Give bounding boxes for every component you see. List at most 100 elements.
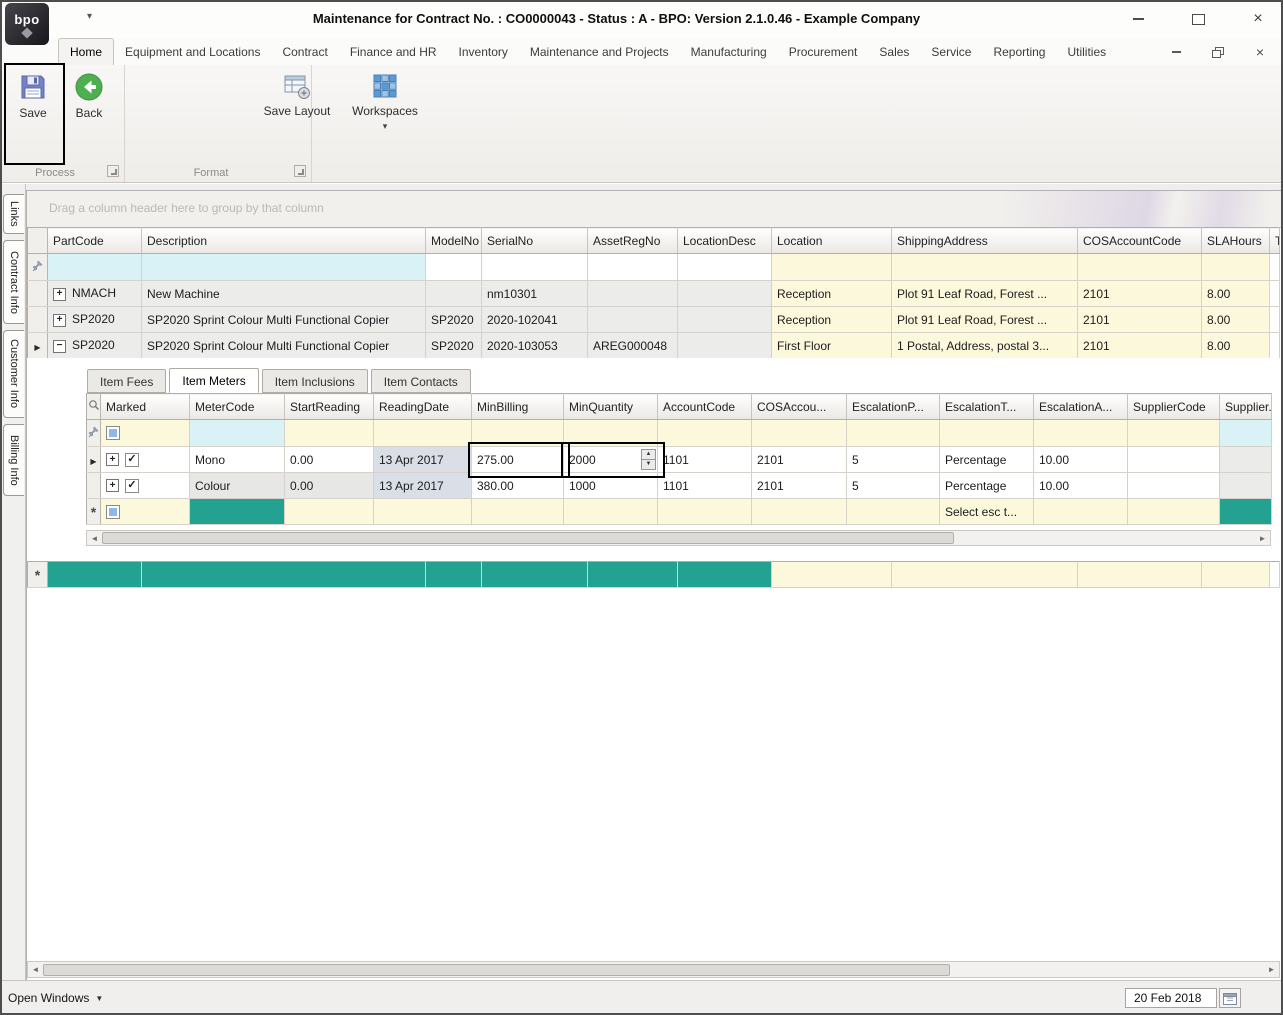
new-cell-startreading[interactable]: [284, 498, 374, 525]
new-cell-readingdate[interactable]: [373, 498, 472, 525]
workspaces-button[interactable]: Workspaces ▾: [341, 72, 429, 132]
filter-row-pin-icon[interactable]: [86, 419, 101, 447]
cell-truncated[interactable]: [1269, 280, 1280, 307]
new-marked-checkbox[interactable]: [106, 504, 120, 519]
filter-cell-locationdesc[interactable]: [677, 253, 772, 281]
sidebar-tab-billing-info[interactable]: Billing Info: [3, 424, 24, 496]
filter-cell-assetregno[interactable]: [587, 253, 678, 281]
cell-readingdate[interactable]: 13 Apr 2017: [373, 472, 472, 499]
new-cell-metercode[interactable]: [189, 498, 285, 525]
filter-cell-cosaccount[interactable]: [751, 419, 847, 447]
cell-description[interactable]: SP2020 Sprint Colour Multi Functional Co…: [141, 332, 426, 359]
col-header-locationdesc[interactable]: LocationDesc: [677, 227, 772, 254]
scroll-right-icon[interactable]: ►: [1264, 965, 1279, 974]
cell-truncated[interactable]: [1269, 306, 1280, 333]
col-header-supplier[interactable]: Supplier...: [1219, 393, 1272, 420]
group-by-panel[interactable]: Drag a column header here to group by th…: [27, 191, 1281, 228]
cell-minquantity[interactable]: 1000: [563, 472, 658, 499]
cell-locationdesc[interactable]: [677, 332, 772, 359]
cell-minquantity[interactable]: 2000 ▲ ▼: [563, 446, 658, 473]
col-header-slahours[interactable]: SLAHours: [1201, 227, 1270, 254]
cell-escalationa[interactable]: 10.00: [1033, 472, 1128, 499]
scrollbar-thumb[interactable]: [102, 532, 954, 544]
cell-escalationt[interactable]: Percentage: [939, 472, 1034, 499]
close-button[interactable]: ×: [1243, 7, 1273, 31]
open-windows-button[interactable]: Open Windows ▼: [8, 988, 103, 1008]
cell-shippingaddress[interactable]: Plot 91 Leaf Road, Forest ...: [891, 280, 1078, 307]
cell-slahours[interactable]: 8.00: [1201, 332, 1270, 359]
filter-cell-shippingaddress[interactable]: [891, 253, 1078, 281]
new-cell-accountcode[interactable]: [657, 498, 752, 525]
tab-utilities[interactable]: Utilities: [1056, 39, 1117, 65]
cell-supplier[interactable]: [1219, 472, 1272, 499]
equipment-new-row[interactable]: *: [27, 561, 1280, 588]
bpo-logo[interactable]: bpo: [5, 3, 49, 45]
row-indicator[interactable]: [27, 280, 48, 307]
cell-cosaccountcode[interactable]: 2101: [1077, 332, 1202, 359]
cell-marked[interactable]: + ✓: [100, 472, 190, 499]
collapse-row-button[interactable]: −: [53, 339, 66, 353]
col-header-escalationp[interactable]: EscalationP...: [846, 393, 940, 420]
expand-row-button[interactable]: +: [106, 453, 119, 467]
filter-cell-minquantity[interactable]: [563, 419, 658, 447]
format-dialog-launcher-icon[interactable]: [294, 165, 306, 177]
row-indicator[interactable]: [86, 472, 101, 499]
cell-location[interactable]: Reception: [771, 306, 892, 333]
col-header-escalationa[interactable]: EscalationA...: [1033, 393, 1128, 420]
filter-cell-accountcode[interactable]: [657, 419, 752, 447]
tab-item-fees[interactable]: Item Fees: [87, 369, 167, 393]
cell-escalationt[interactable]: Percentage: [939, 446, 1034, 473]
new-cell-supplier[interactable]: [1219, 498, 1272, 525]
filter-cell-slahours[interactable]: [1201, 253, 1270, 281]
col-header-serialno[interactable]: SerialNo: [481, 227, 588, 254]
cell-cosaccountcode[interactable]: 2101: [1077, 280, 1202, 307]
tab-item-inclusions[interactable]: Item Inclusions: [261, 369, 368, 393]
cell-marked[interactable]: + ✓: [100, 446, 190, 473]
col-header-suppliercode[interactable]: SupplierCode: [1127, 393, 1220, 420]
cell-escalationa[interactable]: 10.00: [1033, 446, 1128, 473]
expand-row-button[interactable]: +: [53, 287, 66, 301]
filter-cell-marked[interactable]: [100, 419, 190, 447]
filter-cell-suppliercode[interactable]: [1127, 419, 1220, 447]
filter-cell-escalationa[interactable]: [1033, 419, 1128, 447]
tab-home[interactable]: Home: [58, 38, 115, 66]
filter-cell-startreading[interactable]: [284, 419, 374, 447]
cell-serialno[interactable]: 2020-102041: [481, 306, 588, 333]
cell-suppliercode[interactable]: [1127, 446, 1220, 473]
filter-cell-metercode[interactable]: [189, 419, 285, 447]
new-cell-suppliercode[interactable]: [1127, 498, 1220, 525]
col-header-cosaccount[interactable]: COSAccou...: [751, 393, 847, 420]
new-cell-assetregno[interactable]: [587, 561, 678, 588]
new-cell-cosaccount[interactable]: [751, 498, 847, 525]
cell-serialno[interactable]: nm10301: [481, 280, 588, 307]
scroll-left-icon[interactable]: ◄: [87, 534, 102, 543]
cell-partcode[interactable]: − SP2020: [47, 332, 142, 359]
filter-cell-minbilling[interactable]: [471, 419, 564, 447]
cell-supplier[interactable]: [1219, 446, 1272, 473]
new-row-indicator[interactable]: *: [27, 561, 48, 588]
calendar-button[interactable]: [1219, 988, 1241, 1008]
new-cell-locationdesc[interactable]: [677, 561, 772, 588]
col-header-location[interactable]: Location: [771, 227, 892, 254]
filter-cell-escalationt[interactable]: [939, 419, 1034, 447]
cell-location[interactable]: First Floor: [771, 332, 892, 359]
cell-cosaccountcode[interactable]: 2101: [1077, 306, 1202, 333]
tab-maintenance-and-projects[interactable]: Maintenance and Projects: [519, 39, 680, 65]
process-dialog-launcher-icon[interactable]: [107, 165, 119, 177]
tab-contract[interactable]: Contract: [271, 39, 338, 65]
spinner-up-icon[interactable]: ▲: [642, 450, 655, 460]
cell-escalationp[interactable]: 5: [846, 472, 940, 499]
expand-row-button[interactable]: +: [106, 479, 119, 493]
cell-partcode[interactable]: + SP2020: [47, 306, 142, 333]
filter-cell-serialno[interactable]: [481, 253, 588, 281]
filter-cell-escalationp[interactable]: [846, 419, 940, 447]
cell-shippingaddress[interactable]: Plot 91 Leaf Road, Forest ...: [891, 306, 1078, 333]
cell-locationdesc[interactable]: [677, 306, 772, 333]
cell-shippingaddress[interactable]: 1 Postal, Address, postal 3...: [891, 332, 1078, 359]
col-header-cosaccountcode[interactable]: COSAccountCode: [1077, 227, 1202, 254]
cell-cosaccount[interactable]: 2101: [751, 446, 847, 473]
save-button[interactable]: Save: [6, 72, 60, 120]
cell-assetregno[interactable]: [587, 280, 678, 307]
cell-accountcode[interactable]: 1101: [657, 446, 752, 473]
tab-item-meters[interactable]: Item Meters: [169, 368, 259, 393]
